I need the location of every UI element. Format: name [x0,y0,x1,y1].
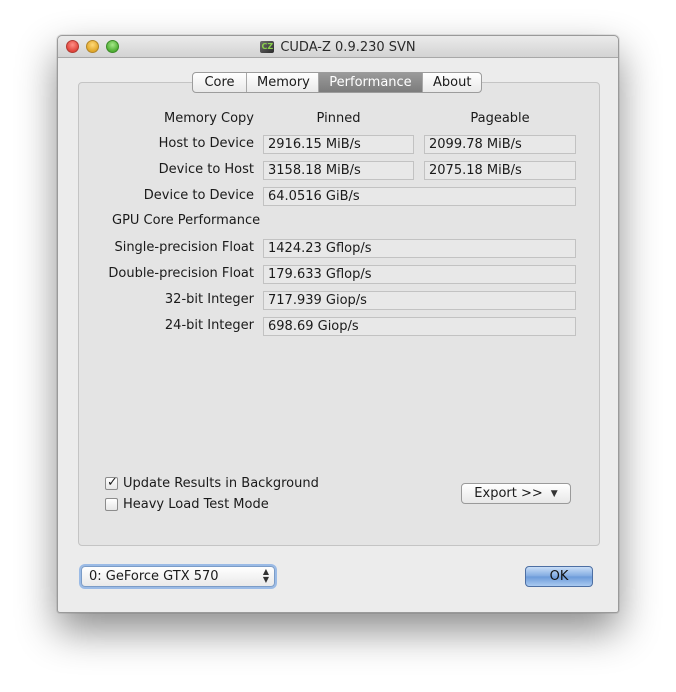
pinned-header: Pinned [316,111,361,126]
up-down-arrows-icon: ▲ ▼ [263,568,269,584]
int24-value: 698.69 Giop/s [263,317,576,336]
tab-memory[interactable]: Memory [247,73,319,92]
device-to-host-pageable-value: 2075.18 MiB/s [424,161,576,180]
heavy-load-checkbox[interactable] [105,498,118,511]
single-precision-value: 1424.23 Gflop/s [263,239,576,258]
int24-label: 24-bit Integer [164,318,254,333]
device-to-host-label: Device to Host [158,162,254,177]
heavy-load-option[interactable]: Heavy Load Test Mode [105,497,269,512]
gpu-device-value: 0: GeForce GTX 570 [89,569,219,584]
device-to-device-value: 64.0516 GiB/s [263,187,576,206]
ok-button[interactable]: OK [525,566,593,587]
export-button-label: Export >> [474,486,543,501]
update-background-label[interactable]: Update Results in Background [123,476,319,491]
double-precision-value: 179.633 Gflop/s [263,265,576,284]
update-background-checkbox[interactable]: ✓ [105,475,118,490]
int32-value: 717.939 Giop/s [263,291,576,310]
host-to-device-pinned-value: 2916.15 MiB/s [263,135,414,154]
tab-about[interactable]: About [423,73,481,92]
single-precision-label: Single-precision Float [114,240,254,255]
tab-core[interactable]: Core [193,73,247,92]
cuda-z-app-icon: CZ [260,41,275,53]
pageable-header: Pageable [470,111,530,126]
int32-label: 32-bit Integer [164,292,254,307]
dropdown-arrow-icon: ▼ [550,488,558,499]
window-title-wrap: CZ CUDA-Z 0.9.230 SVN [58,36,618,58]
performance-panel: Memory Copy Pinned Pageable Host to Devi… [78,82,600,546]
window-title: CUDA-Z 0.9.230 SVN [280,39,416,55]
heavy-load-label[interactable]: Heavy Load Test Mode [123,497,269,512]
double-precision-label: Double-precision Float [108,266,254,281]
update-background-option[interactable]: ✓ Update Results in Background [105,475,319,491]
tab-performance[interactable]: Performance [319,73,423,92]
export-button[interactable]: Export >> ▼ [461,483,571,504]
gpu-device-select[interactable]: 0: GeForce GTX 570 ▲ ▼ [81,566,275,587]
gpu-core-performance-header: GPU Core Performance [112,213,261,228]
device-to-host-pinned-value: 3158.18 MiB/s [263,161,414,180]
memory-copy-header: Memory Copy [164,111,254,126]
device-to-device-label: Device to Device [143,188,254,203]
tab-bar: Core Memory Performance About [192,72,482,93]
main-window: CZ CUDA-Z 0.9.230 SVN Core Memory Perfor… [57,35,619,613]
down-arrow-icon: ▼ [262,575,269,584]
title-bar[interactable]: CZ CUDA-Z 0.9.230 SVN [58,36,618,58]
host-to-device-label: Host to Device [158,136,254,151]
checkmark-icon: ✓ [107,475,118,490]
host-to-device-pageable-value: 2099.78 MiB/s [424,135,576,154]
